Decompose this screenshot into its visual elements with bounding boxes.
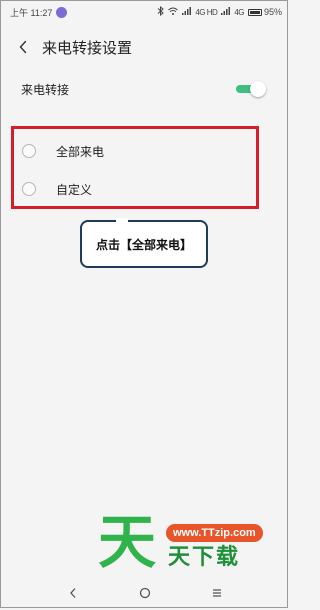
callout-tail-join <box>116 218 128 222</box>
status-bar: 上午 11:27 4G HD 4G 95% <box>0 0 290 24</box>
bluetooth-icon <box>157 5 165 18</box>
chevron-left-icon <box>19 40 27 54</box>
status-left: 上午 11:27 <box>10 6 68 19</box>
signal-icon-1 <box>182 7 192 17</box>
navigation-bar <box>0 582 290 604</box>
battery-indicator: 95% <box>247 7 282 17</box>
battery-percent: 95% <box>263 7 282 17</box>
nav-back-button[interactable] <box>66 586 80 600</box>
annotation-highlight-box <box>11 126 259 209</box>
signal-icon-2 <box>221 7 231 17</box>
nav-menu-icon <box>213 589 221 597</box>
nav-menu-button[interactable] <box>210 586 224 600</box>
nav-back-icon <box>70 588 76 598</box>
network-label-right: 4G <box>234 7 244 17</box>
forwarding-label: 来电转接 <box>21 82 70 97</box>
forwarding-toggle-row[interactable]: 来电转接 <box>0 72 290 106</box>
annotation-callout: 点击【全部来电】 <box>80 220 208 268</box>
status-time: 上午 11:27 <box>10 7 53 18</box>
back-button[interactable] <box>8 32 38 62</box>
watermark-big-char: 天 <box>98 510 157 575</box>
forwarding-toggle-switch[interactable] <box>236 81 266 97</box>
nav-home-icon <box>139 587 151 599</box>
watermark-logo: 天 www.TTzip.com 天下载 <box>98 514 273 580</box>
network-label-left: 4G HD <box>195 7 218 17</box>
page-title: 来电转接设置 <box>42 39 133 57</box>
nav-home-button[interactable] <box>138 586 152 600</box>
app-notification-icon <box>56 6 68 18</box>
callout-text: 点击【全部来电】 <box>95 237 192 252</box>
battery-icon <box>247 8 262 16</box>
watermark-url: www.TTzip.com <box>166 524 263 542</box>
wifi-icon <box>168 7 179 17</box>
header: 来电转接设置 <box>0 30 290 64</box>
toggle-knob <box>250 81 266 97</box>
status-right: 4G HD 4G 95% <box>157 5 282 18</box>
watermark-subtext: 天下载 <box>168 544 241 569</box>
